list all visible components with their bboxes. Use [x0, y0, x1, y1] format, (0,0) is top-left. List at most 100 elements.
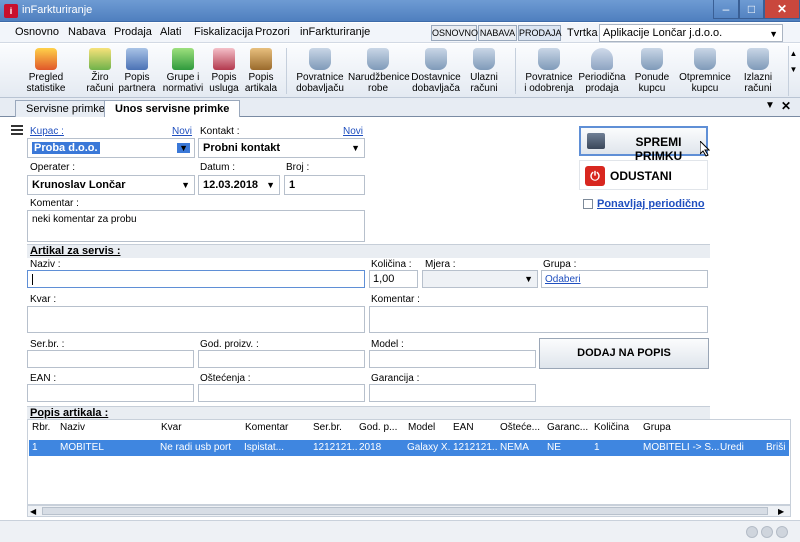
ostecenja-input[interactable] [198, 384, 365, 402]
menu-infarkturiranje[interactable]: inFarkturiranje [300, 26, 370, 38]
serbr-input[interactable] [27, 350, 194, 368]
godproizv-input[interactable] [198, 350, 365, 368]
kontakt-novi-link[interactable]: Novi [343, 126, 363, 137]
kvar-textarea[interactable] [27, 306, 365, 333]
kontakt-select[interactable]: Probni kontakt ▼ [198, 138, 365, 158]
col-header[interactable]: Ošteće... [500, 422, 540, 433]
ribbon-povratnice-odobrenja[interactable]: Povratnice i odobrenja [522, 46, 576, 96]
tab-unos-servisne-primke[interactable]: Unos servisne primke [104, 100, 241, 117]
title-bar: i inFarkturiranje – □ ✕ [0, 0, 800, 22]
ribbon-dostavnice-dobavljaca[interactable]: Dostavnice dobavljača [410, 46, 462, 96]
table-row[interactable]: 1 MOBITEL Ne radi usb port Ispistat... 1… [29, 440, 789, 456]
app-icon: i [4, 4, 18, 18]
spremi-primku-button[interactable]: SPREMI PRIMKU [579, 126, 708, 163]
kvar-label: Kvar : [30, 294, 57, 305]
mode-nabava[interactable]: NABAVA [478, 25, 517, 41]
ribbon-popis-usluga[interactable]: Popis usluga [206, 46, 242, 96]
mjera-select[interactable]: ▼ [422, 270, 538, 288]
kupac-novi-link[interactable]: Novi [172, 126, 192, 137]
menu-alati[interactable]: Alati [160, 26, 181, 38]
ponavljaj-checkbox[interactable] [583, 199, 593, 209]
col-header[interactable]: Količina [594, 422, 629, 433]
uredi-link[interactable]: Uredi [720, 442, 754, 453]
menu-lines-icon[interactable] [11, 125, 23, 135]
popis-section-header: Popis artikala : [27, 406, 710, 420]
col-header[interactable]: Kvar [161, 422, 182, 433]
grupa-field[interactable]: Odaberi [541, 270, 708, 288]
ribbon-pregled-statistike[interactable]: Pregled statistike [24, 46, 68, 96]
maximize-button[interactable]: □ [739, 0, 764, 19]
ribbon-popis-partnera[interactable]: Popis partnera [118, 46, 156, 96]
scroll-right-icon[interactable]: ▶ [778, 507, 784, 516]
ribbon-narudzbenice-robe[interactable]: Narudžbenice robe [348, 46, 410, 96]
ribbon-izlazni-racuni[interactable]: Izlazni računi [738, 46, 778, 96]
minimize-button[interactable]: – [713, 0, 739, 19]
komentar-textarea[interactable]: neki komentar za probu [27, 210, 365, 242]
col-header[interactable]: Naziv [60, 422, 85, 433]
ribbon-povratnice-dobavljacu[interactable]: Povratnice dobavljaču [294, 46, 346, 96]
odustani-button[interactable]: ⏻ ODUSTANI [579, 160, 708, 190]
status-dot-icon [761, 526, 773, 538]
col-header[interactable]: God. p... [359, 422, 397, 433]
grupa-odaberi-link[interactable]: Odaberi [545, 274, 581, 285]
ribbon-popis-artikala[interactable]: Popis artikala [244, 46, 278, 96]
menu-bar: Osnovno Nabava Prodaja Alati Fiskalizaci… [0, 23, 800, 43]
ean-input[interactable] [27, 384, 194, 402]
datum-label: Datum : [200, 162, 236, 173]
kupac-link[interactable]: Kupac : [30, 126, 64, 137]
close-button[interactable]: ✕ [764, 0, 800, 19]
col-header[interactable]: Model [408, 422, 435, 433]
col-header[interactable]: Komentar [245, 422, 288, 433]
ribbon-periodicna-prodaja[interactable]: Periodična prodaja [578, 46, 626, 96]
ponavljaj-periodicno-link[interactable]: Ponavljaj periodično [597, 198, 705, 210]
chevron-down-icon: ▼ [266, 180, 275, 190]
mode-osnovno[interactable]: OSNOVNO [431, 25, 478, 41]
cell-naziv: MOBITEL [60, 442, 104, 453]
col-header[interactable]: Garanc... [547, 422, 588, 433]
mjera-label: Mjera : [425, 259, 456, 270]
scroll-left-icon[interactable]: ◀ [30, 507, 36, 516]
menu-osnovno[interactable]: Osnovno [15, 26, 59, 38]
kolicina-input[interactable]: 1,00 [369, 270, 418, 288]
mode-prodaja[interactable]: PRODAJA [518, 25, 562, 41]
tab-servisne-primke[interactable]: Servisne primke [15, 100, 116, 117]
ribbon-ponude-kupcu[interactable]: Ponude kupcu [630, 46, 674, 96]
ribbon-scroll[interactable]: ▲ ▼ [788, 46, 798, 96]
ribbon-ziro-racuni[interactable]: Žiro računi [83, 46, 117, 96]
operater-value: Krunoslav Lončar [32, 179, 126, 191]
datum-picker[interactable]: 12.03.2018 ▼ [198, 175, 280, 195]
menu-prodaja[interactable]: Prodaja [114, 26, 152, 38]
menu-nabava[interactable]: Nabava [68, 26, 106, 38]
model-input[interactable] [369, 350, 536, 368]
garancija-input[interactable] [369, 384, 536, 402]
dodaj-na-popis-button[interactable]: DODAJ NA POPIS [539, 338, 709, 369]
ribbon-otpremnice-kupcu[interactable]: Otpremnice kupcu [676, 46, 734, 96]
naziv-input[interactable] [27, 270, 365, 288]
menu-prozori[interactable]: Prozori [255, 26, 290, 38]
menu-fiskalizacija[interactable]: Fiskalizacija [194, 26, 253, 38]
col-header[interactable]: Ser.br. [313, 422, 342, 433]
kupac-select[interactable]: Proba d.o.o. ▼ [27, 138, 195, 158]
broj-input[interactable]: 1 [284, 175, 365, 195]
ribbon-toolbar: Pregled statistike Žiro računi Popis partne… [0, 44, 800, 98]
horizontal-scrollbar[interactable]: ◀ ▶ [27, 505, 791, 517]
popis-artikala-table: Rbr. Naziv Kvar Komentar Ser.br. God. p.… [27, 419, 791, 505]
close-tab-icon[interactable]: ✕ [781, 99, 791, 113]
broj-label: Broj : [286, 162, 310, 173]
brisi-link[interactable]: Briši [766, 442, 788, 453]
status-bar [0, 520, 800, 542]
col-header[interactable]: Grupa [643, 422, 671, 433]
operater-select[interactable]: Krunoslav Lončar ▼ [27, 175, 195, 195]
company-select[interactable]: Aplikacije Lončar j.d.o.o. ▼ [599, 24, 783, 42]
col-header[interactable]: Rbr. [32, 422, 50, 433]
komentar-label: Komentar : [30, 198, 79, 209]
godproizv-label: God. proizv. : [200, 339, 259, 350]
dropdown-tabs-icon[interactable]: ▼ [765, 100, 775, 111]
ribbon-grupe-normativi[interactable]: Grupe i normativi [161, 46, 205, 96]
cell-komentar: Ispistat... [244, 442, 285, 453]
col-header[interactable]: EAN [453, 422, 474, 433]
scroll-thumb[interactable] [42, 507, 768, 515]
artikal-komentar-textarea[interactable] [369, 306, 708, 333]
ribbon-ulazni-racuni[interactable]: Ulazni računi [465, 46, 503, 96]
document-stack-icon [641, 48, 663, 70]
